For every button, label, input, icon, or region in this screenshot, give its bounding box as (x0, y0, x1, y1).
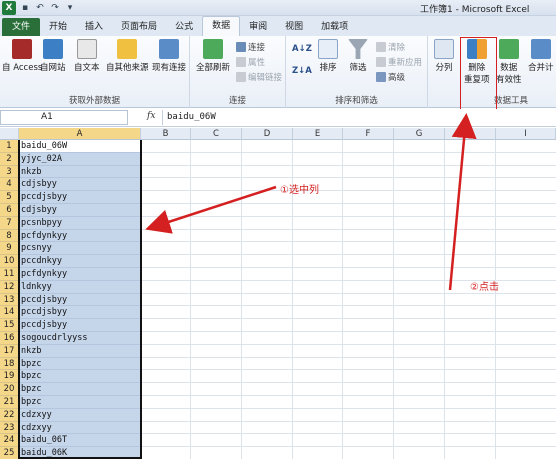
arrow-to-remove-duplicates (448, 113, 477, 291)
annotation-click: ②点击 (470, 282, 499, 293)
arrow-to-column (145, 185, 277, 234)
annotation-select-column: ①选中列 (280, 185, 319, 196)
annotation-arrows (145, 113, 477, 291)
